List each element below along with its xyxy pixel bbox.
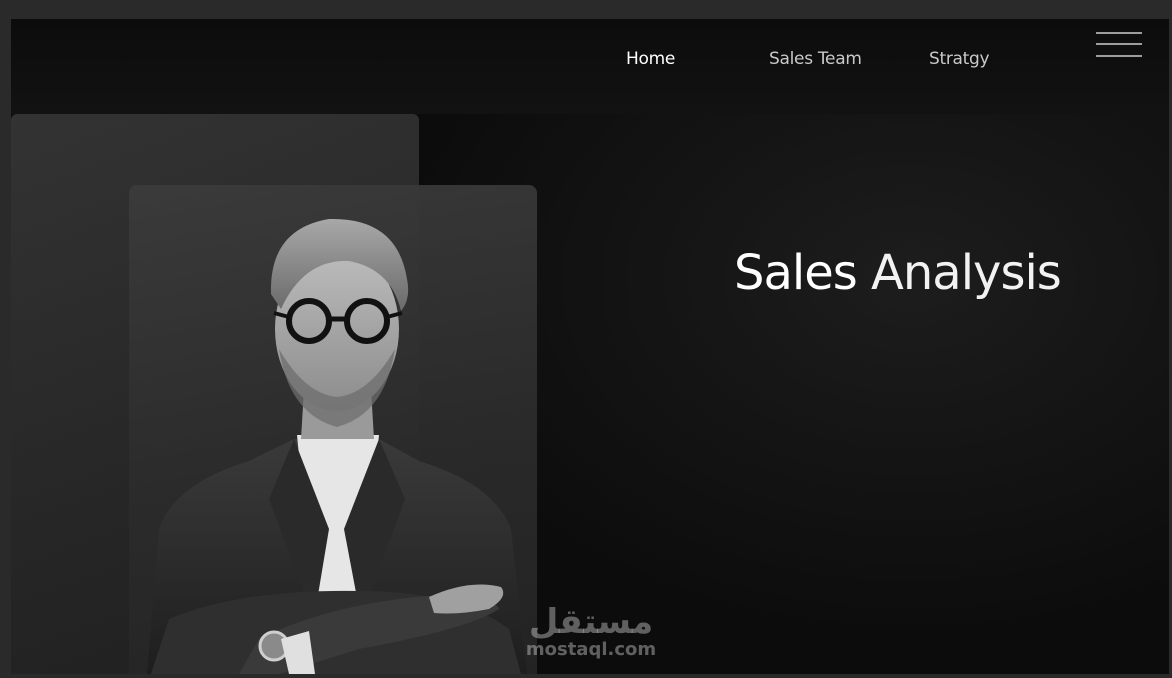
presentation-slide: Home Sales Team Stratgy Sales Analysis م… bbox=[11, 19, 1169, 674]
nav-home-link[interactable]: Home bbox=[626, 49, 675, 69]
nav-sales-team-link[interactable]: Sales Team bbox=[769, 49, 862, 69]
hamburger-menu-icon[interactable] bbox=[1096, 31, 1142, 59]
nav-strategy-link[interactable]: Stratgy bbox=[929, 49, 990, 69]
hamburger-line bbox=[1096, 43, 1142, 45]
hamburger-line bbox=[1096, 55, 1142, 57]
app-frame: Home Sales Team Stratgy Sales Analysis م… bbox=[0, 0, 1172, 678]
watermark-arabic: مستقل bbox=[528, 602, 654, 642]
hero-title-strong: Sales bbox=[734, 245, 858, 301]
watermark-logo: مستقل mostaql.com bbox=[511, 604, 671, 664]
hero-title: Sales Analysis bbox=[734, 245, 1062, 301]
hero-title-light: Analysis bbox=[871, 245, 1062, 301]
hamburger-line bbox=[1096, 32, 1142, 34]
businessman-portrait bbox=[147, 218, 527, 674]
top-navigation: Home Sales Team Stratgy bbox=[11, 49, 1169, 73]
watermark-url: mostaql.com bbox=[525, 639, 657, 660]
